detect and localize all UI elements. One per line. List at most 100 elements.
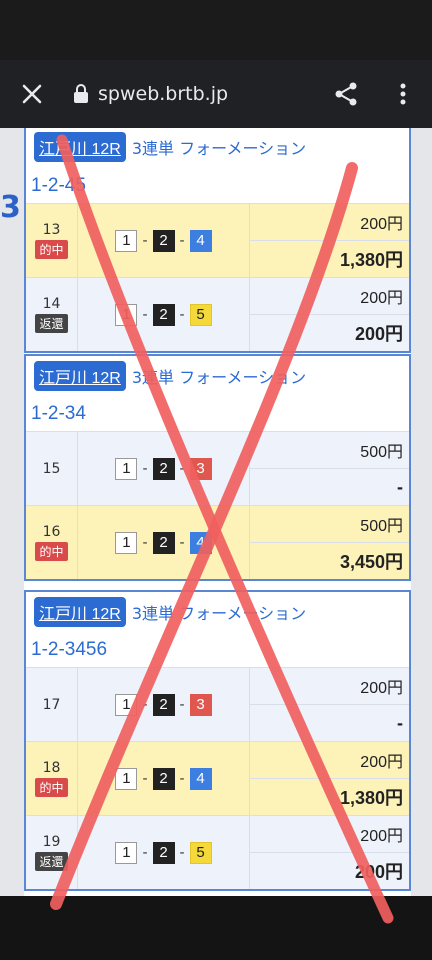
stake-amount: 500円 bbox=[250, 432, 409, 469]
boat-number: 4 bbox=[189, 229, 212, 252]
row-number-cell: 14 返還 bbox=[26, 278, 78, 351]
boat-number: 2 bbox=[152, 531, 175, 554]
boat-number: 1 bbox=[115, 229, 138, 252]
share-icon[interactable] bbox=[318, 60, 374, 128]
boat-number: 4 bbox=[189, 531, 212, 554]
stake-amount: 200円 bbox=[250, 278, 409, 315]
separator: - bbox=[142, 534, 148, 551]
row-number-cell: 16 的中 bbox=[26, 506, 78, 579]
more-menu-icon[interactable] bbox=[374, 60, 432, 128]
separator: - bbox=[179, 232, 185, 249]
row-number: 15 bbox=[42, 460, 61, 477]
boat-number: 3 bbox=[189, 693, 212, 716]
navigation-bar bbox=[0, 896, 432, 960]
bet-row: 17 1 - 2 - 3 200円 - bbox=[26, 667, 409, 741]
boat-number: 3 bbox=[189, 457, 212, 480]
row-number: 17 bbox=[42, 696, 61, 713]
separator: - bbox=[142, 232, 148, 249]
row-number: 18 bbox=[42, 760, 61, 776]
separator: - bbox=[179, 770, 185, 787]
bet-type-label: 3連単 フォーメーション bbox=[131, 139, 307, 158]
separator: - bbox=[179, 534, 185, 551]
boat-number: 2 bbox=[152, 229, 175, 252]
boat-number: 2 bbox=[152, 457, 175, 480]
stake-amount: 500円 bbox=[250, 506, 409, 543]
stake-amount: 200円 bbox=[250, 204, 409, 241]
picks-cell: 1 - 2 - 4 bbox=[78, 742, 250, 815]
separator: - bbox=[142, 306, 148, 323]
boat-number: 2 bbox=[152, 693, 175, 716]
bet-card: 江戸川 12R 3連単 フォーメーション 1-2-3456 17 1 - 2 -… bbox=[24, 590, 411, 891]
separator: - bbox=[179, 696, 185, 713]
lock-icon bbox=[70, 60, 92, 128]
boat-number: 5 bbox=[189, 303, 212, 326]
hit-tag: 的中 bbox=[35, 240, 68, 259]
hit-tag: 的中 bbox=[35, 542, 68, 561]
background-heading-fragment: 3 bbox=[0, 190, 21, 225]
venue-badge[interactable]: 江戸川 12R bbox=[34, 132, 126, 162]
amount-cell: 200円 1,380円 bbox=[250, 204, 409, 277]
separator: - bbox=[179, 460, 185, 477]
separator: - bbox=[179, 306, 185, 323]
separator: - bbox=[179, 844, 185, 861]
page-content: 3 江戸川 12R 3連単 フォーメーション 1-2-45 13 的中 1 - … bbox=[0, 128, 432, 896]
payout-amount: - bbox=[397, 476, 403, 497]
boat-number: 2 bbox=[152, 841, 175, 864]
boat-number: 5 bbox=[189, 841, 212, 864]
bet-card: 江戸川 12R 3連単 フォーメーション 1-2-34 15 1 - 2 - 3… bbox=[24, 354, 411, 581]
boat-number: 1 bbox=[115, 531, 138, 554]
boat-number: 1 bbox=[115, 767, 138, 790]
payout-amount: - bbox=[397, 712, 403, 733]
card-header: 江戸川 12R 3連単 フォーメーション bbox=[26, 356, 409, 396]
bet-type-label: 3連単 フォーメーション bbox=[131, 604, 307, 623]
boat-number: 1 bbox=[115, 841, 138, 864]
payout-amount: 1,380円 bbox=[339, 250, 403, 270]
row-number-cell: 15 bbox=[26, 432, 78, 505]
payout-amount: 200円 bbox=[354, 862, 403, 882]
amount-cell: 200円 1,380円 bbox=[250, 742, 409, 815]
amount-cell: 200円 - bbox=[250, 668, 409, 741]
url-text[interactable]: spweb.brtb.jp bbox=[98, 83, 318, 105]
combo-label: 1-2-45 bbox=[31, 174, 86, 196]
boat-number: 1 bbox=[115, 457, 138, 480]
boat-number: 1 bbox=[115, 303, 138, 326]
refund-tag: 返還 bbox=[35, 314, 68, 333]
browser-toolbar: spweb.brtb.jp bbox=[0, 60, 432, 128]
picks-cell: 1 - 2 - 3 bbox=[78, 432, 250, 505]
amount-cell: 200円 200円 bbox=[250, 816, 409, 889]
separator: - bbox=[142, 844, 148, 861]
refund-tag: 返還 bbox=[35, 852, 68, 871]
amount-cell: 500円 3,450円 bbox=[250, 506, 409, 579]
bet-row: 16 的中 1 - 2 - 4 500円 3,450円 bbox=[26, 505, 409, 579]
row-number-cell: 18 的中 bbox=[26, 742, 78, 815]
venue-badge[interactable]: 江戸川 12R bbox=[34, 361, 126, 391]
bet-row: 13 的中 1 - 2 - 4 200円 1,380円 bbox=[26, 203, 409, 277]
card-header: 江戸川 12R 3連単 フォーメーション bbox=[26, 592, 409, 632]
picks-cell: 1 - 2 - 3 bbox=[78, 668, 250, 741]
boat-number: 1 bbox=[115, 693, 138, 716]
right-gutter bbox=[411, 128, 432, 896]
bet-row: 18 的中 1 - 2 - 4 200円 1,380円 bbox=[26, 741, 409, 815]
picks-cell: 1 - 2 - 4 bbox=[78, 506, 250, 579]
payout-amount: 200円 bbox=[354, 324, 403, 344]
bet-type-label: 3連単 フォーメーション bbox=[131, 368, 307, 387]
status-bar bbox=[0, 0, 432, 60]
row-number-cell: 17 bbox=[26, 668, 78, 741]
venue-badge[interactable]: 江戸川 12R bbox=[34, 597, 126, 627]
boat-number: 2 bbox=[152, 767, 175, 790]
amount-cell: 500円 - bbox=[250, 432, 409, 505]
payout-amount: 3,450円 bbox=[339, 552, 403, 572]
picks-cell: 1 - 2 - 5 bbox=[78, 278, 250, 351]
close-icon[interactable] bbox=[0, 60, 64, 128]
separator: - bbox=[142, 460, 148, 477]
amount-cell: 200円 200円 bbox=[250, 278, 409, 351]
picks-cell: 1 - 2 - 4 bbox=[78, 204, 250, 277]
bet-row: 19 返還 1 - 2 - 5 200円 200円 bbox=[26, 815, 409, 889]
stake-amount: 200円 bbox=[250, 668, 409, 705]
card-header: 江戸川 12R 3連単 フォーメーション bbox=[26, 128, 409, 168]
hit-tag: 的中 bbox=[35, 778, 68, 797]
picks-cell: 1 - 2 - 5 bbox=[78, 816, 250, 889]
row-number-cell: 13 的中 bbox=[26, 204, 78, 277]
combo-label: 1-2-3456 bbox=[31, 638, 108, 660]
bet-card: 江戸川 12R 3連単 フォーメーション 1-2-45 13 的中 1 - 2 … bbox=[24, 128, 411, 353]
